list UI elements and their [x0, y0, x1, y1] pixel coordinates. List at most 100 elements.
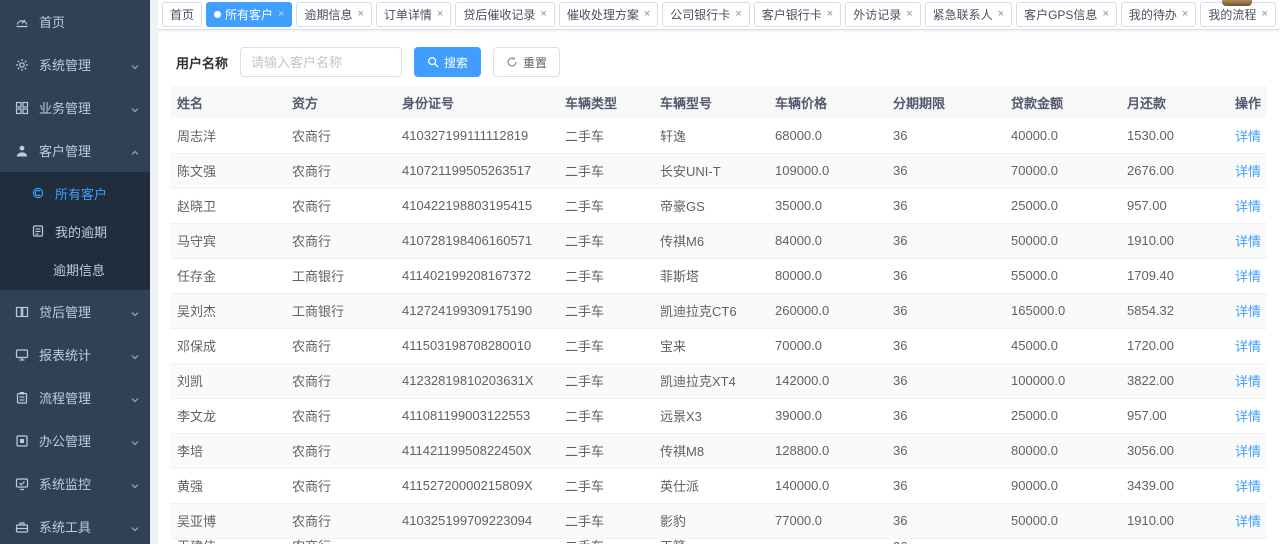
cell-action: 详情	[1206, 398, 1267, 433]
sidebar-subitem[interactable]: 逾期信息	[0, 250, 150, 288]
cell-action: 详情	[1206, 188, 1267, 223]
sidebar-item[interactable]: 系统工具	[0, 505, 150, 544]
tab-item[interactable]: 客户银行卡×	[754, 2, 841, 27]
cell-term: 36	[887, 118, 1005, 153]
cell-funder: 农商行	[286, 188, 396, 223]
tab-close-icon[interactable]: ×	[827, 9, 833, 20]
tab-item[interactable]: 公司银行卡×	[662, 2, 749, 27]
cell-vehicle-model: 菲斯塔	[654, 258, 769, 293]
sidebar-item[interactable]: 报表统计	[0, 333, 150, 376]
table-row: 王建伟农商行二手车天籁36	[171, 538, 1267, 544]
tab-item[interactable]: 紧急联系人×	[925, 2, 1012, 27]
detail-link[interactable]: 详情	[1235, 374, 1261, 389]
tab-item[interactable]: 客户GPS信息×	[1016, 2, 1117, 27]
office-icon	[14, 433, 30, 449]
sidebar-scrollbar[interactable]	[150, 0, 158, 544]
detail-link[interactable]: 详情	[1235, 269, 1261, 284]
chart-icon	[14, 347, 30, 363]
cell-vehicle-model: 宝来	[654, 328, 769, 363]
tab-close-icon[interactable]: ×	[906, 9, 912, 20]
sidebar-item[interactable]: 办公管理	[0, 419, 150, 462]
cell-name: 吴刘杰	[171, 293, 286, 328]
flow-icon	[14, 390, 30, 406]
cell-term: 36	[887, 188, 1005, 223]
detail-link[interactable]: 详情	[1235, 339, 1261, 354]
tab-close-icon[interactable]: ×	[278, 9, 284, 20]
cell-funder: 工商银行	[286, 258, 396, 293]
sidebar-item-label: 业务管理	[39, 98, 126, 117]
cell-loan: 25000.0	[1005, 188, 1121, 223]
detail-link[interactable]: 详情	[1235, 514, 1261, 529]
tab-close-icon[interactable]: ×	[1182, 9, 1188, 20]
cell-name: 李文龙	[171, 398, 286, 433]
detail-link[interactable]: 详情	[1235, 164, 1261, 179]
cell-id-number: 410721199505263517	[396, 153, 559, 188]
cell-name: 周志洋	[171, 118, 286, 153]
sidebar-item[interactable]: 首页	[0, 0, 150, 43]
cell-monthly: 1530.00	[1121, 118, 1206, 153]
cell-vehicle-type: 二手车	[559, 503, 654, 538]
doc-icon	[30, 223, 46, 239]
cell-vehicle-type: 二手车	[559, 398, 654, 433]
tab-close-icon[interactable]: ×	[357, 9, 363, 20]
sidebar-item[interactable]: 系统监控	[0, 462, 150, 505]
cell-id-number: 411402199208167372	[396, 258, 559, 293]
detail-link[interactable]: 详情	[1235, 409, 1261, 424]
cell-vehicle-type: 二手车	[559, 223, 654, 258]
tab-label: 催收处理方案	[567, 6, 639, 23]
cell-id-number: 410327199111112819	[396, 118, 559, 153]
tab-item[interactable]: 逾期信息 ×	[296, 2, 371, 27]
cell-price: 128800.0	[769, 433, 887, 468]
sidebar-item[interactable]: 业务管理	[0, 86, 150, 129]
sidebar-item-label: 办公管理	[39, 431, 126, 450]
detail-link[interactable]: 详情	[1235, 129, 1261, 144]
cell-price: 109000.0	[769, 153, 887, 188]
cell-action: 详情	[1206, 503, 1267, 538]
sidebar-subitem-active[interactable]: 所有客户	[0, 174, 150, 212]
sidebar-item-label: 系统工具	[39, 517, 126, 536]
column-header: 身份证号	[396, 86, 559, 118]
cell-name: 陈文强	[171, 153, 286, 188]
tab-item[interactable]: 首页	[162, 2, 202, 27]
tab-item[interactable]: 我的待办×	[1121, 2, 1196, 27]
tab-close-icon[interactable]: ×	[540, 9, 546, 20]
detail-link[interactable]: 详情	[1235, 479, 1261, 494]
detail-link[interactable]: 详情	[1235, 444, 1261, 459]
chevron-down-icon	[130, 393, 140, 403]
sidebar-item[interactable]: 流程管理	[0, 376, 150, 419]
cell-id-number: 41232819810203631X	[396, 363, 559, 398]
tab-item[interactable]: 催收处理方案 ×	[559, 2, 658, 27]
tab-item[interactable]: 外访记录×	[845, 2, 920, 27]
tab-item-active[interactable]: 所有客户×	[206, 2, 292, 27]
tab-item[interactable]: 贷后催收记录×	[455, 2, 554, 27]
sidebar-item[interactable]: 贷后管理	[0, 290, 150, 333]
tab-close-icon[interactable]: ×	[644, 9, 650, 20]
tab-close-icon[interactable]: ×	[998, 9, 1004, 20]
tab-close-icon[interactable]: ×	[1261, 9, 1267, 20]
search-button[interactable]: 搜索	[414, 47, 481, 77]
sidebar-subitem[interactable]: 我的逾期	[0, 212, 150, 250]
column-header: 分期期限	[887, 86, 1005, 118]
tab-close-icon[interactable]: ×	[437, 9, 443, 20]
sidebar-submenu: 所有客户我的逾期逾期信息	[0, 172, 150, 290]
reset-button[interactable]: 重置	[493, 47, 560, 77]
tab-close-icon[interactable]: ×	[1102, 9, 1108, 20]
cell-funder: 农商行	[286, 398, 396, 433]
tab-close-icon[interactable]: ×	[735, 9, 741, 20]
cell-loan: 25000.0	[1005, 398, 1121, 433]
detail-link[interactable]: 详情	[1235, 199, 1261, 214]
detail-link[interactable]: 详情	[1235, 304, 1261, 319]
cell-monthly: 3439.00	[1121, 468, 1206, 503]
detail-link[interactable]: 详情	[1235, 234, 1261, 249]
customer-name-input[interactable]	[240, 47, 402, 77]
cell-vehicle-type: 二手车	[559, 328, 654, 363]
tab-item[interactable]: 订单详情×	[376, 2, 451, 27]
tab-label: 逾期信息	[304, 6, 352, 23]
cell-vehicle-type: 二手车	[559, 118, 654, 153]
cell-loan: 45000.0	[1005, 328, 1121, 363]
sidebar-item[interactable]: 客户管理	[0, 129, 150, 172]
sidebar-item[interactable]: 系统管理	[0, 43, 150, 86]
cell-loan: 80000.0	[1005, 433, 1121, 468]
table-row: 任存金工商银行411402199208167372二手车菲斯塔80000.036…	[171, 258, 1267, 293]
cell-vehicle-model: 远景X3	[654, 398, 769, 433]
